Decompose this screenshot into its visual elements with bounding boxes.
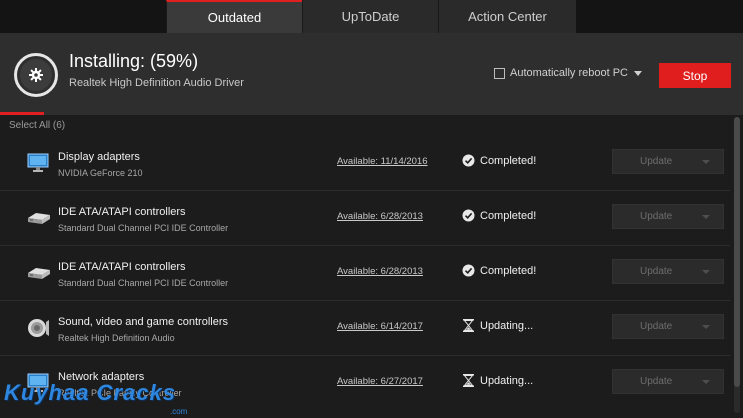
device-model: NVIDIA GeForce 210 [58,168,143,178]
watermark-domain: .com [170,407,188,416]
available-version-link[interactable]: Available: 11/14/2016 [337,156,428,167]
gear-icon [29,68,43,82]
update-button[interactable]: Update [612,149,724,174]
stop-button[interactable]: Stop [659,63,731,88]
status-text: Completed! [480,154,537,167]
check-circle-icon [462,264,475,277]
select-all-toggle[interactable]: Select All (6) [9,120,65,131]
chevron-down-icon[interactable] [702,324,710,329]
hourglass-icon [462,319,475,332]
auto-reboot-checkbox[interactable] [494,67,505,79]
monitor-icon [27,153,49,172]
auto-reboot-label: Automatically reboot PC [510,67,628,79]
check-circle-icon [462,209,475,222]
chevron-down-icon[interactable] [702,214,710,219]
tab-bar: Outdated UpToDate Action Center [0,0,743,33]
update-button[interactable]: Update [612,204,724,229]
chevron-down-icon[interactable] [634,70,642,76]
list-scrollbar[interactable] [734,117,740,413]
status-completed: Completed! [462,264,536,277]
hourglass-icon [462,374,475,387]
list-item: Sound, video and game controllers Realte… [0,302,730,356]
install-spinner [14,53,58,97]
update-label: Update [640,211,673,222]
drive-icon [28,268,50,279]
update-label: Update [640,266,673,277]
auto-reboot-option[interactable]: Automatically reboot PC [494,67,642,79]
tab-uptodate[interactable]: UpToDate [302,0,438,33]
device-model: Standard Dual Channel PCI IDE Controller [58,223,229,233]
list-item: Display adapters NVIDIA GeForce 210 Avai… [0,137,730,191]
available-version-link[interactable]: Available: 6/27/2017 [337,376,423,387]
update-label: Update [640,376,673,387]
status-updating: Updating... [462,319,533,332]
install-title: Installing: (59%) [69,51,199,71]
status-completed: Completed! [462,154,536,167]
status-text: Completed! [480,209,537,222]
update-button[interactable]: Update [612,314,724,339]
device-name: IDE ATA/ATAPI controllers [58,261,186,273]
available-version-link[interactable]: Available: 6/14/2017 [337,321,423,332]
install-panel: Installing: (59%) Realtek High Definitio… [0,33,743,115]
chevron-down-icon[interactable] [702,159,710,164]
drive-icon [28,213,50,224]
status-text: Updating... [480,319,534,332]
update-label: Update [640,321,673,332]
device-name: IDE ATA/ATAPI controllers [58,206,186,218]
install-subtitle: Realtek High Definition Audio Driver [69,77,244,89]
list-item: IDE ATA/ATAPI controllers Standard Dual … [0,247,730,301]
status-updating: Updating... [462,374,533,387]
available-version-link[interactable]: Available: 6/28/2013 [337,211,423,222]
tab-outdated[interactable]: Outdated [166,0,302,33]
scrollbar-thumb[interactable] [734,117,740,387]
status-text: Updating... [480,374,534,387]
driver-list: Select All (6) Display adapters NVIDIA G… [0,115,743,418]
update-label: Update [640,156,673,167]
update-button[interactable]: Update [612,369,724,394]
chevron-down-icon[interactable] [702,269,710,274]
device-name: Display adapters [58,151,140,163]
status-text: Completed! [480,264,537,277]
list-item: IDE ATA/ATAPI controllers Standard Dual … [0,192,730,246]
chevron-down-icon[interactable] [702,379,710,384]
tab-action-center[interactable]: Action Center [438,0,576,33]
update-button[interactable]: Update [612,259,724,284]
status-completed: Completed! [462,209,536,222]
check-circle-icon [462,154,475,167]
watermark-logo: Kuyhaa Cracks [4,380,176,405]
available-version-link[interactable]: Available: 6/28/2013 [337,266,423,277]
device-model: Standard Dual Channel PCI IDE Controller [58,278,229,288]
device-model: Realtek High Definition Audio [58,333,175,343]
speaker-icon [28,319,49,337]
device-name: Sound, video and game controllers [58,316,228,328]
